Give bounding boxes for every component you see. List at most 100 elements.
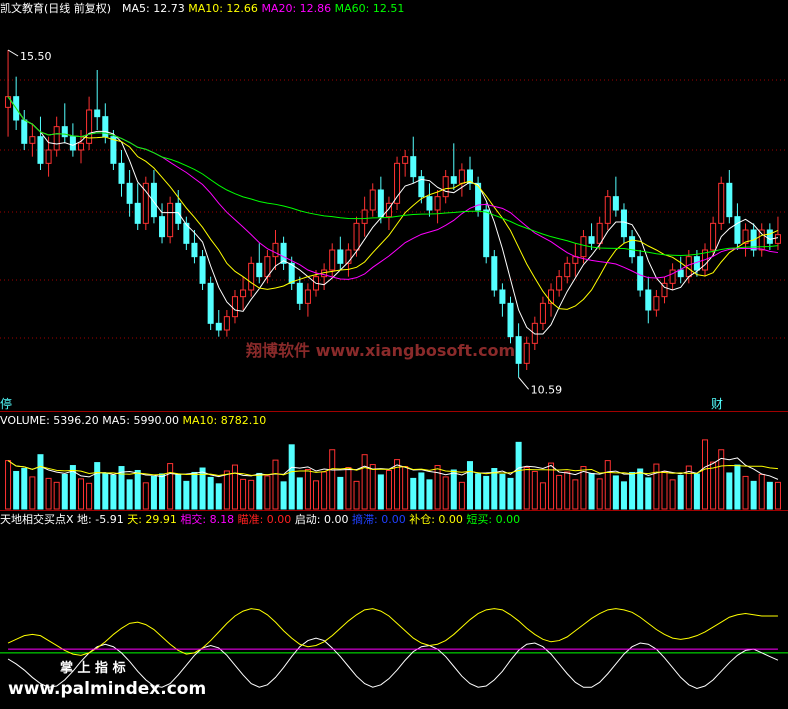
volume-bar bbox=[312, 480, 320, 510]
volume-legend: VOLUME: 5396.20 MA5: 5990.00 MA10: 8782.… bbox=[0, 414, 266, 428]
volume-bar bbox=[280, 481, 287, 510]
volume-bar bbox=[410, 477, 417, 510]
volume-bar bbox=[701, 439, 709, 510]
candle-body bbox=[596, 222, 603, 244]
volume-bar bbox=[150, 475, 157, 510]
legend-vol-ma10: MA10: 8782.10 bbox=[182, 414, 267, 427]
candle-body bbox=[240, 289, 247, 298]
volume-bar bbox=[637, 468, 644, 510]
volume-bar bbox=[167, 463, 174, 510]
volume-bar bbox=[726, 472, 733, 510]
volume-bar bbox=[531, 470, 538, 510]
volume-bar bbox=[523, 467, 530, 510]
legend-ma60: MA60: 12.51 bbox=[334, 2, 405, 15]
high-price-label: 15.50 bbox=[20, 50, 52, 63]
volume-bar bbox=[491, 468, 498, 510]
candle-body bbox=[53, 126, 60, 151]
candle-body bbox=[556, 276, 563, 291]
volume-bar bbox=[734, 464, 741, 510]
volume-bar bbox=[377, 474, 384, 510]
volume-bar bbox=[499, 473, 506, 510]
volume-bar bbox=[572, 479, 579, 510]
candle-body bbox=[231, 296, 238, 318]
candle-body bbox=[442, 176, 449, 198]
legend-ma5: MA5: 12.73 bbox=[122, 2, 185, 15]
watermark: 翔博软件 www.xiangbosoft.com bbox=[246, 341, 516, 360]
candle-body bbox=[94, 109, 101, 118]
candle-body bbox=[685, 256, 692, 278]
candle-body bbox=[499, 289, 506, 304]
volume-bar bbox=[5, 460, 12, 510]
volume-bar bbox=[361, 454, 368, 510]
volume-bar bbox=[110, 474, 117, 510]
volume-bar bbox=[766, 481, 773, 510]
high-pointer bbox=[7, 49, 19, 57]
legend-di: 天地相交买点X 地: -5.91 bbox=[0, 513, 124, 526]
candle-body bbox=[134, 202, 141, 224]
volume-bar bbox=[321, 471, 328, 510]
volume-bar bbox=[207, 476, 214, 510]
volume-bar bbox=[37, 454, 44, 510]
volume-bar bbox=[685, 465, 692, 510]
volume-bar bbox=[661, 470, 668, 510]
volume-bar bbox=[742, 475, 749, 510]
legend-xiangjiao: 相交: 8.18 bbox=[180, 513, 235, 526]
volume-bar bbox=[86, 482, 93, 510]
candle-body bbox=[523, 342, 530, 364]
volume-bar bbox=[710, 461, 717, 510]
candle-body bbox=[507, 302, 514, 338]
volume-bar bbox=[223, 470, 230, 510]
volume-bar bbox=[402, 466, 409, 510]
candle-body bbox=[515, 336, 522, 364]
candle-body bbox=[296, 282, 303, 304]
candle-body bbox=[207, 282, 214, 324]
volume-bar bbox=[296, 477, 303, 510]
volume-bar bbox=[612, 475, 619, 510]
candle-body bbox=[402, 156, 409, 164]
ma5-line bbox=[7, 96, 779, 335]
candle-body bbox=[677, 269, 684, 278]
candle-body bbox=[377, 189, 384, 218]
legend-volume: VOLUME: 5396.20 bbox=[0, 414, 99, 427]
candle-body bbox=[272, 242, 279, 258]
candle-body bbox=[531, 322, 538, 344]
candle-body bbox=[159, 216, 166, 238]
volume-bar bbox=[564, 471, 571, 510]
candle-body bbox=[248, 262, 255, 291]
candle-body bbox=[199, 256, 206, 284]
panel-divider-indicator bbox=[0, 510, 788, 511]
volume-bar bbox=[159, 473, 166, 510]
volume-bar bbox=[272, 459, 279, 510]
legend-vol-ma5: MA5: 5990.00 bbox=[102, 414, 179, 427]
volume-bar bbox=[29, 476, 36, 510]
suspend-tag: 停 bbox=[0, 397, 13, 411]
volume-bar bbox=[507, 477, 514, 510]
candle-body bbox=[604, 196, 611, 224]
volume-bar bbox=[604, 460, 611, 510]
volume-bar bbox=[353, 480, 360, 510]
candle-body bbox=[110, 136, 117, 164]
low-pointer bbox=[518, 377, 529, 390]
stock-chart: 15.50 10.59 凯文教育(日线 前复权) MA5: 12.73 MA10:… bbox=[0, 0, 788, 705]
volume-bar bbox=[750, 480, 757, 510]
candle-body bbox=[588, 236, 595, 244]
volume-bar bbox=[677, 474, 684, 510]
volume-bar bbox=[21, 468, 28, 510]
volume-bar bbox=[645, 477, 652, 510]
indicator-legend: 天地相交买点X 地: -5.91 天: 29.91 相交: 8.18 瞄准: 0… bbox=[0, 513, 520, 527]
volume-bar bbox=[13, 470, 20, 510]
volume-bar bbox=[556, 474, 563, 510]
candle-body bbox=[69, 136, 76, 151]
volume-bar bbox=[483, 475, 490, 510]
volume-bar bbox=[45, 477, 52, 510]
legend-ma10: MA10: 12.66 bbox=[188, 2, 258, 15]
volume-bar bbox=[442, 476, 449, 510]
legend-miaozhun: 瞄准: 0.00 bbox=[237, 513, 292, 526]
candle-body bbox=[734, 216, 741, 244]
candle-body bbox=[458, 169, 465, 184]
candle-body bbox=[29, 136, 36, 144]
candle-body bbox=[572, 256, 579, 264]
candle-body bbox=[361, 209, 368, 224]
volume-bar bbox=[94, 462, 101, 510]
volume-bar bbox=[77, 478, 85, 510]
